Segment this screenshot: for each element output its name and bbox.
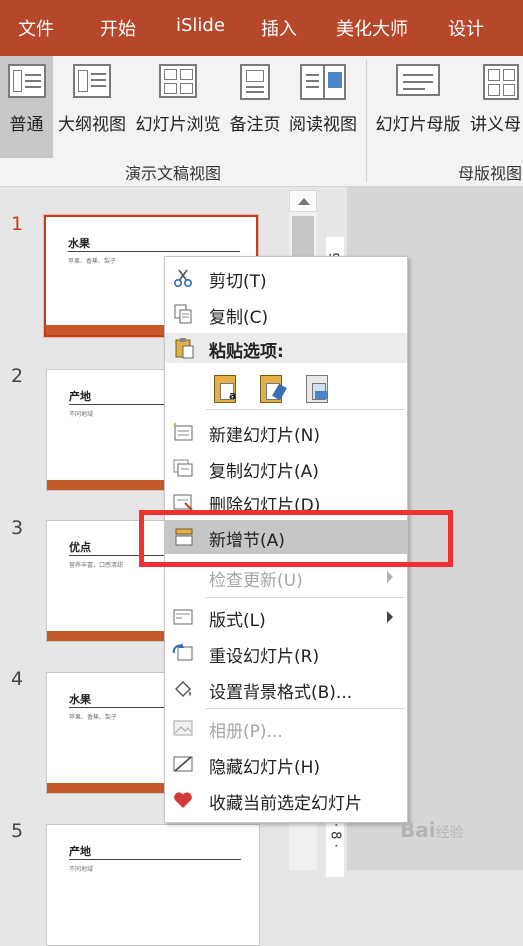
tab-islide[interactable]: iSlide [176, 15, 225, 36]
menu-label: 复制幻灯片(A) [209, 462, 319, 482]
menu-item-new-slide[interactable]: 新建幻灯片(N) [165, 415, 407, 449]
thumb-subtitle: 苹果、香蕉、梨子 [68, 258, 117, 265]
thumb-subtitle: 不同地域 [69, 866, 94, 873]
menu-label: 设置背景格式(B)... [209, 683, 353, 703]
menu-item-format-background[interactable]: 设置背景格式(B)... [165, 672, 407, 706]
thumb-title: 水果 [68, 237, 90, 250]
group-label-presentation-views: 演示文稿视图 [125, 164, 222, 183]
paste-as-picture-icon[interactable] [303, 373, 333, 405]
slide-number: 2 [11, 365, 24, 387]
scissors-icon [173, 269, 193, 288]
slide-master-icon [396, 64, 440, 96]
layout-icon [173, 609, 193, 625]
copy-icon [174, 304, 192, 324]
handout-master-button[interactable]: 讲义母 [466, 56, 523, 158]
delete-slide-icon [173, 494, 193, 511]
tab-home[interactable]: 开始 [100, 15, 136, 41]
slide-master-label: 幻灯片母版 [375, 115, 461, 135]
ribbon-view-panel: 普通 大纲视图 幻灯片浏览 备注页 阅读视图 幻灯片母版 讲义母 演示文稿视图 … [0, 56, 523, 187]
slide-sorter-label: 幻灯片浏览 [135, 115, 221, 135]
menu-label: 剪切(T) [209, 272, 267, 292]
format-background-icon [175, 681, 191, 697]
submenu-arrow-icon [387, 571, 393, 583]
group-label-master-views: 母版视图 [458, 164, 523, 183]
tab-beautify-master[interactable]: 美化大师 [336, 15, 408, 41]
menu-label: 粘贴选项: [209, 342, 284, 362]
hide-slide-icon [173, 756, 193, 772]
clipboard-icon [175, 338, 194, 359]
menu-label: 新建幻灯片(N) [209, 426, 320, 446]
slide-sorter-icon [159, 64, 197, 98]
menu-label: 版式(L) [209, 611, 266, 631]
highlight-box [139, 510, 453, 567]
slide-number: 5 [11, 820, 24, 842]
menu-item-layout[interactable]: 版式(L) [165, 600, 407, 634]
menu-label: 复制(C) [209, 308, 269, 328]
photo-album-icon [173, 720, 193, 736]
thumb-title: 优点 [69, 541, 91, 554]
paste-options-header: 粘贴选项: [165, 333, 407, 363]
heart-icon [174, 792, 192, 808]
handout-master-label: 讲义母 [470, 115, 521, 135]
notes-page-label: 备注页 [229, 115, 281, 135]
menu-item-reset-slide[interactable]: 重设幻灯片(R) [165, 636, 407, 670]
normal-view-icon [7, 64, 46, 98]
duplicate-slide-icon [173, 459, 193, 477]
scroll-up-arrow-icon[interactable] [289, 190, 317, 212]
baidu-watermark-logo: Bai经验 [400, 818, 464, 842]
notes-page-icon [240, 64, 270, 100]
notes-page-button[interactable]: 备注页 [227, 56, 283, 158]
slide-thumbnail-5[interactable]: 产地 不同地域 [46, 824, 260, 946]
paste-keep-text-icon[interactable]: a [211, 373, 241, 405]
menu-label: 收藏当前选定幻灯片 [209, 794, 362, 814]
thumb-title: 产地 [69, 845, 91, 858]
reading-view-icon [300, 64, 346, 100]
reading-view-button[interactable]: 阅读视图 [285, 56, 361, 158]
reading-view-label: 阅读视图 [289, 115, 357, 135]
thumb-subtitle: 营养丰富，口感清甜 [69, 562, 124, 569]
tab-insert[interactable]: 插入 [261, 15, 297, 41]
menu-item-favorite-slide[interactable]: 收藏当前选定幻灯片 [165, 783, 407, 817]
normal-view-label: 普通 [9, 115, 44, 135]
ribbon-tab-bar: 文件 开始 iSlide 插入 美化大师 设计 [0, 0, 523, 56]
menu-label: 检查更新(U) [209, 571, 303, 591]
outline-view-icon [73, 64, 111, 98]
submenu-arrow-icon [387, 611, 393, 623]
handout-master-icon [483, 64, 519, 100]
slide-number: 1 [11, 213, 24, 235]
menu-label: 重设幻灯片(R) [209, 647, 320, 667]
new-slide-icon [173, 422, 193, 441]
slide-number: 3 [11, 517, 24, 539]
menu-label: 相册(P)... [209, 722, 283, 742]
slide-number: 4 [11, 668, 24, 690]
menu-item-photo-album[interactable]: 相册(P)... [165, 711, 407, 745]
menu-label: 隐藏幻灯片(H) [209, 758, 321, 778]
group-separator [366, 60, 367, 182]
slide-master-button[interactable]: 幻灯片母版 [370, 56, 466, 158]
menu-item-duplicate-slide[interactable]: 复制幻灯片(A) [165, 451, 407, 485]
menu-item-copy[interactable]: 复制(C) [165, 297, 407, 331]
normal-view-button[interactable]: 普通 [0, 56, 53, 158]
thumb-subtitle: 不同地域 [69, 411, 94, 418]
tab-design[interactable]: 设计 [448, 15, 484, 41]
thumb-subtitle: 苹果、香蕉、梨子 [69, 714, 118, 721]
tab-file[interactable]: 文件 [18, 15, 54, 41]
outline-view-label: 大纲视图 [58, 115, 126, 135]
slide-sorter-button[interactable]: 幻灯片浏览 [131, 56, 225, 158]
reset-slide-icon [172, 643, 193, 661]
menu-item-cut[interactable]: 剪切(T) [165, 261, 407, 295]
menu-item-hide-slide[interactable]: 隐藏幻灯片(H) [165, 747, 407, 781]
thumb-title: 产地 [69, 390, 91, 403]
thumb-title: 水果 [69, 693, 91, 706]
paste-use-destination-theme-icon[interactable] [257, 373, 287, 405]
outline-view-button[interactable]: 大纲视图 [55, 56, 129, 158]
